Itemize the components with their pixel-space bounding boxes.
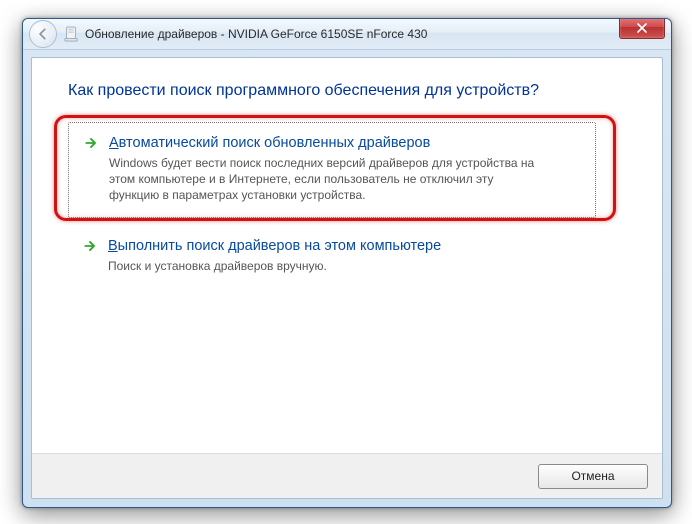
option-manual-search[interactable]: Выполнить поиск драйверов на этом компью… [68, 226, 626, 288]
arrow-right-icon [83, 135, 99, 151]
option-auto-search[interactable]: Автоматический поиск обновленных драйвер… [68, 122, 596, 218]
footer: Отмена [32, 453, 662, 498]
close-icon [637, 23, 647, 33]
option-description: Windows будет вести поиск последних верс… [109, 155, 539, 203]
window-title: Обновление драйверов - NVIDIA GeForce 61… [85, 27, 427, 41]
arrow-left-icon [36, 27, 50, 41]
arrow-right-icon [82, 238, 98, 254]
device-icon [63, 26, 79, 42]
button-label: Отмена [571, 469, 614, 483]
option-description: Поиск и установка драйверов вручную. [108, 258, 538, 274]
option-title: Автоматический поиск обновленных драйвер… [109, 133, 581, 153]
client-area: Как провести поиск программного обеспече… [31, 57, 663, 499]
driver-update-wizard-window: Обновление драйверов - NVIDIA GeForce 61… [22, 18, 672, 508]
cancel-button[interactable]: Отмена [538, 464, 648, 489]
option-title: Выполнить поиск драйверов на этом компью… [108, 236, 612, 256]
page-heading: Как провести поиск программного обеспече… [68, 82, 626, 100]
close-button[interactable] [619, 18, 665, 39]
back-button[interactable] [29, 20, 57, 48]
content-area: Как провести поиск программного обеспече… [32, 58, 662, 454]
titlebar: Обновление драйверов - NVIDIA GeForce 61… [23, 19, 671, 50]
